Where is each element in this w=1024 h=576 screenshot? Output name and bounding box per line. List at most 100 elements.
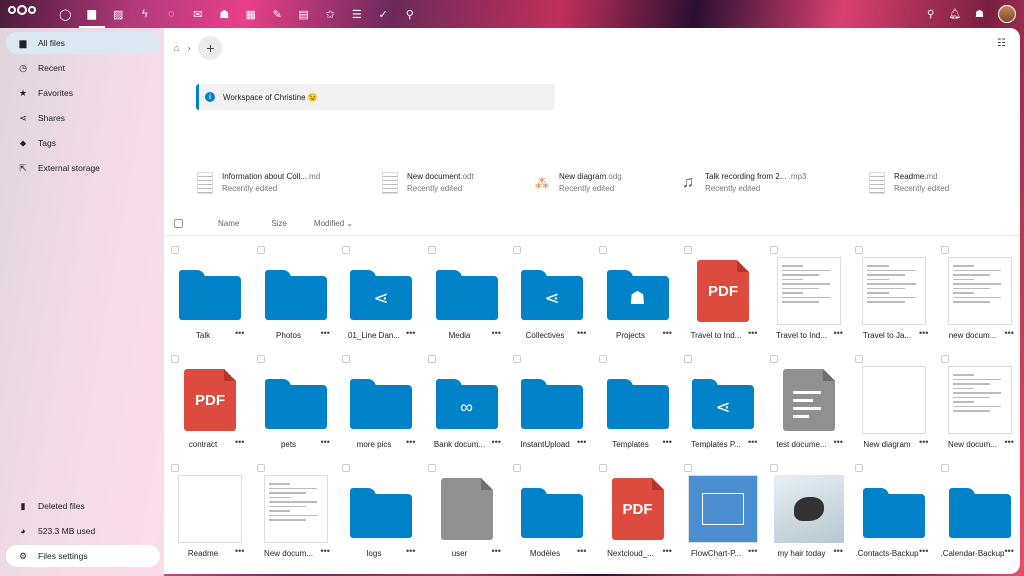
- file-checkbox[interactable]: [171, 246, 179, 254]
- file-tile[interactable]: Modèles •••: [509, 454, 595, 563]
- mail-app-icon[interactable]: ✉: [185, 0, 212, 28]
- file-name[interactable]: InstantUpload: [509, 440, 581, 449]
- rich-workspace[interactable]: i Workspace of Christine 😉: [196, 84, 555, 110]
- file-checkbox[interactable]: [342, 464, 350, 472]
- contacts-menu-icon[interactable]: ☗: [975, 9, 984, 20]
- files-app-icon[interactable]: ▆: [78, 0, 105, 28]
- file-tile[interactable]: PDF Nextcloud_... •••: [595, 454, 681, 563]
- file-name[interactable]: Bank docum...: [424, 440, 496, 449]
- file-thumbnail[interactable]: [346, 474, 416, 544]
- more-actions-icon[interactable]: •••: [748, 328, 757, 338]
- file-tile[interactable]: ☗ Projects •••: [595, 236, 681, 345]
- more-actions-icon[interactable]: •••: [577, 437, 586, 447]
- file-checkbox[interactable]: [769, 464, 778, 472]
- file-name[interactable]: FlowChart-P...: [680, 549, 752, 558]
- file-tile[interactable]: ⋖ Templates P... •••: [680, 345, 766, 454]
- file-tile[interactable]: test docume... •••: [766, 345, 852, 454]
- file-thumbnail[interactable]: [432, 256, 502, 326]
- file-checkbox[interactable]: [427, 246, 436, 254]
- file-tile[interactable]: my hair today •••: [766, 454, 852, 563]
- file-checkbox[interactable]: [855, 246, 863, 254]
- nextcloud-logo-icon[interactable]: [8, 5, 36, 15]
- more-actions-icon[interactable]: •••: [406, 546, 415, 556]
- file-thumbnail[interactable]: [432, 474, 502, 544]
- more-actions-icon[interactable]: •••: [1005, 546, 1014, 556]
- search-icon[interactable]: ⚲: [927, 9, 934, 20]
- column-name[interactable]: Name: [218, 219, 239, 228]
- activity-app-icon[interactable]: ϟ: [132, 0, 159, 28]
- more-actions-icon[interactable]: •••: [406, 328, 415, 338]
- more-actions-icon[interactable]: •••: [577, 546, 586, 556]
- file-thumbnail[interactable]: [688, 474, 758, 544]
- file-thumbnail[interactable]: ⋖: [346, 256, 416, 326]
- more-actions-icon[interactable]: •••: [834, 328, 843, 338]
- file-name[interactable]: New docum...: [937, 440, 1009, 449]
- file-checkbox[interactable]: [427, 355, 436, 363]
- file-checkbox[interactable]: [855, 355, 863, 363]
- file-name[interactable]: Templates: [595, 440, 667, 449]
- file-tile[interactable]: ⋖ Collectives •••: [509, 236, 595, 345]
- more-actions-icon[interactable]: •••: [663, 328, 672, 338]
- file-name[interactable]: Nextcloud_...: [595, 549, 667, 558]
- recent-file[interactable]: ♫ Talk recording from 2... .mp3 Recently e…: [679, 171, 806, 195]
- sidebar-item-tags[interactable]: ⬥ Tags: [6, 132, 160, 154]
- file-tile[interactable]: PDF Travel to Ind... •••: [680, 236, 766, 345]
- file-thumbnail[interactable]: [774, 365, 844, 435]
- sidebar-item-files-settings[interactable]: ⚙ Files settings: [6, 545, 160, 567]
- file-checkbox[interactable]: [256, 355, 265, 363]
- file-tile[interactable]: InstantUpload •••: [509, 345, 595, 454]
- file-checkbox[interactable]: [598, 246, 607, 254]
- file-thumbnail[interactable]: [175, 474, 245, 544]
- file-thumbnail[interactable]: [346, 365, 416, 435]
- file-tile[interactable]: user •••: [424, 454, 510, 563]
- file-name[interactable]: Readme: [167, 549, 239, 558]
- notes-app-icon[interactable]: ✎: [264, 0, 291, 28]
- more-actions-icon[interactable]: •••: [235, 328, 244, 338]
- file-thumbnail[interactable]: PDF: [603, 474, 673, 544]
- file-name[interactable]: Photos: [253, 331, 325, 340]
- file-name[interactable]: Travel to Ja...: [851, 331, 923, 340]
- recent-file[interactable]: ⁂ New diagram.odg Recently edited: [533, 171, 622, 195]
- file-checkbox[interactable]: [855, 464, 863, 472]
- more-actions-icon[interactable]: •••: [406, 437, 415, 447]
- file-thumbnail[interactable]: [261, 474, 331, 544]
- more-actions-icon[interactable]: •••: [492, 437, 501, 447]
- file-checkbox[interactable]: [940, 246, 949, 254]
- file-thumbnail[interactable]: [517, 474, 587, 544]
- maps-app-icon[interactable]: ⚲: [397, 0, 424, 28]
- file-tile[interactable]: Templates •••: [595, 345, 681, 454]
- file-thumbnail[interactable]: [859, 256, 929, 326]
- file-checkbox[interactable]: [598, 355, 607, 363]
- file-thumbnail[interactable]: [859, 474, 929, 544]
- file-checkbox[interactable]: [171, 355, 179, 363]
- file-thumbnail[interactable]: [859, 365, 929, 435]
- more-actions-icon[interactable]: •••: [834, 437, 843, 447]
- file-name[interactable]: 01_Line Dan...: [338, 331, 410, 340]
- more-actions-icon[interactable]: •••: [321, 546, 330, 556]
- file-thumbnail[interactable]: [774, 256, 844, 326]
- more-actions-icon[interactable]: •••: [235, 437, 244, 447]
- file-checkbox[interactable]: [684, 355, 692, 363]
- list-view-toggle-icon[interactable]: ☷: [997, 38, 1006, 49]
- file-thumbnail[interactable]: [175, 256, 245, 326]
- file-thumbnail[interactable]: [261, 256, 331, 326]
- file-name[interactable]: Travel to Ind...: [766, 331, 838, 340]
- file-tile[interactable]: ∞ Bank docum... •••: [424, 345, 510, 454]
- recent-file[interactable]: Readme.md Recently edited: [868, 171, 949, 195]
- more-actions-icon[interactable]: •••: [321, 328, 330, 338]
- file-checkbox[interactable]: [342, 246, 350, 254]
- file-name[interactable]: Modèles: [509, 549, 581, 558]
- contacts-app-icon[interactable]: ☗: [211, 0, 238, 28]
- new-button[interactable]: +: [198, 36, 223, 60]
- more-actions-icon[interactable]: •••: [321, 437, 330, 447]
- select-all-checkbox[interactable]: [174, 218, 183, 228]
- file-name[interactable]: my hair today: [766, 549, 838, 558]
- file-tile[interactable]: PDF contract •••: [167, 345, 253, 454]
- file-tile[interactable]: .Calendar-Backup •••: [937, 454, 1021, 563]
- file-tile[interactable]: New docum... •••: [253, 454, 339, 563]
- file-thumbnail[interactable]: PDF: [688, 256, 758, 326]
- file-name[interactable]: logs: [338, 549, 410, 558]
- file-name[interactable]: pets: [253, 440, 325, 449]
- recent-file[interactable]: New document.odt Recently edited: [381, 171, 474, 195]
- more-actions-icon[interactable]: •••: [492, 328, 501, 338]
